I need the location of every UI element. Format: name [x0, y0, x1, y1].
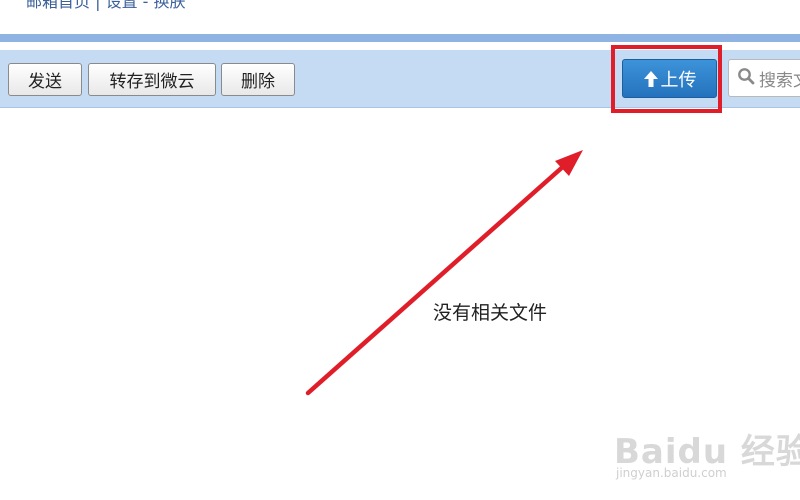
- baidu-jingyan-watermark: Baidu 经验 jingyan.baidu.com: [612, 414, 800, 484]
- page: 邮箱首页 | 设置 - 换肤 发送 转存到微云 删除 上传 搜索文 没有相关文件…: [0, 0, 800, 500]
- watermark-url: jingyan.baidu.com: [616, 466, 727, 480]
